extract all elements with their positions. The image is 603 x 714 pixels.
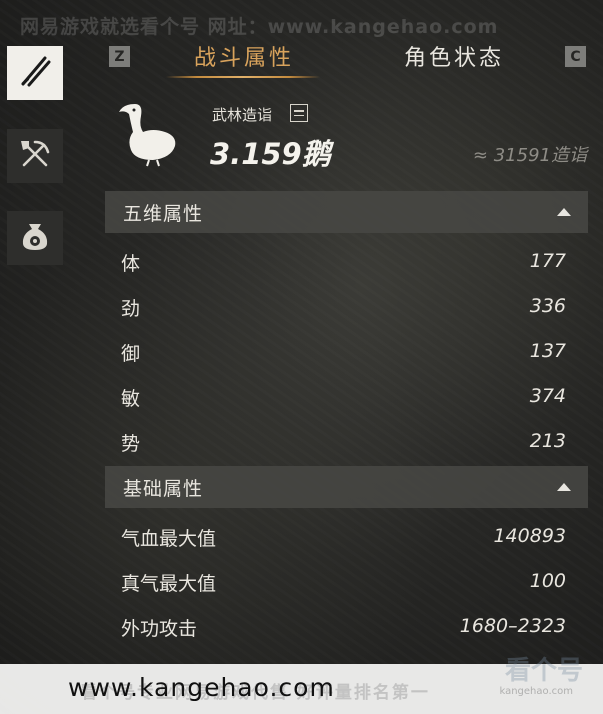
attribute-value: 140893	[493, 525, 566, 547]
section-header-five-attributes[interactable]: 五维属性	[105, 191, 588, 233]
attribute-row: 体 177	[105, 240, 588, 285]
attribute-row: 势 213	[105, 420, 588, 465]
money-bag-icon	[17, 218, 53, 258]
mastery-label: 武林造诣	[212, 106, 273, 124]
goose-icon	[113, 98, 183, 168]
weapon-icon	[17, 53, 53, 93]
attribute-label: 御	[121, 343, 141, 365]
sidebar-item-weapon[interactable]	[7, 46, 63, 100]
watermark-url: www.kangehao.com	[68, 673, 335, 702]
attribute-label: 外功攻击	[121, 618, 198, 640]
switch-icon[interactable]	[290, 104, 308, 122]
attribute-label: 体	[121, 253, 141, 275]
mastery-approx: ≈ 31591造诣	[472, 145, 587, 166]
tab-prev-key[interactable]: Z	[109, 46, 130, 67]
collapse-caret-icon	[557, 483, 571, 491]
attribute-row: 气血最大值 140893	[105, 515, 588, 560]
section-header-basic-attributes[interactable]: 基础属性	[105, 466, 588, 508]
attribute-label: 敏	[121, 388, 141, 410]
attribute-row: 外功攻击 1680–2323	[105, 605, 588, 650]
attribute-label: 劲	[121, 298, 141, 320]
attribute-label: 真气最大值	[121, 573, 217, 595]
attribute-row: 真气最大值 100	[105, 560, 588, 605]
watermark-logo-sub: kangehao.com	[499, 686, 573, 697]
attribute-label: 势	[121, 433, 141, 455]
attribute-value: 1680–2323	[459, 615, 566, 637]
attribute-value: 177	[529, 250, 566, 272]
attribute-row: 劲 336	[105, 285, 588, 330]
attribute-value: 374	[529, 385, 566, 407]
collapse-caret-icon	[557, 208, 571, 216]
tab-next-key[interactable]: C	[565, 46, 586, 67]
tab-character-status[interactable]: 角色状态	[404, 40, 504, 72]
tools-icon	[17, 136, 53, 176]
watermark-logo: 看个号	[504, 656, 583, 686]
attribute-row: 御 137	[105, 330, 588, 375]
watermark-text: 网易游戏就选看个号 网址：www.kangehao.com	[20, 16, 499, 38]
attribute-value: 137	[529, 340, 566, 362]
tab-combat-attributes[interactable]: 战斗属性	[194, 40, 294, 72]
attribute-label: 气血最大值	[121, 528, 217, 550]
attribute-row: 敏 374	[105, 375, 588, 420]
attribute-value: 100	[529, 570, 566, 592]
active-tab-underline	[166, 76, 320, 78]
mastery-value: 3.159鹅	[210, 137, 331, 171]
sidebar-item-money[interactable]	[7, 211, 63, 265]
attribute-value: 213	[529, 430, 566, 452]
section-title: 五维属性	[123, 202, 204, 225]
sidebar-item-tools[interactable]	[7, 129, 63, 183]
attribute-value: 336	[529, 295, 566, 317]
section-title: 基础属性	[123, 477, 204, 500]
